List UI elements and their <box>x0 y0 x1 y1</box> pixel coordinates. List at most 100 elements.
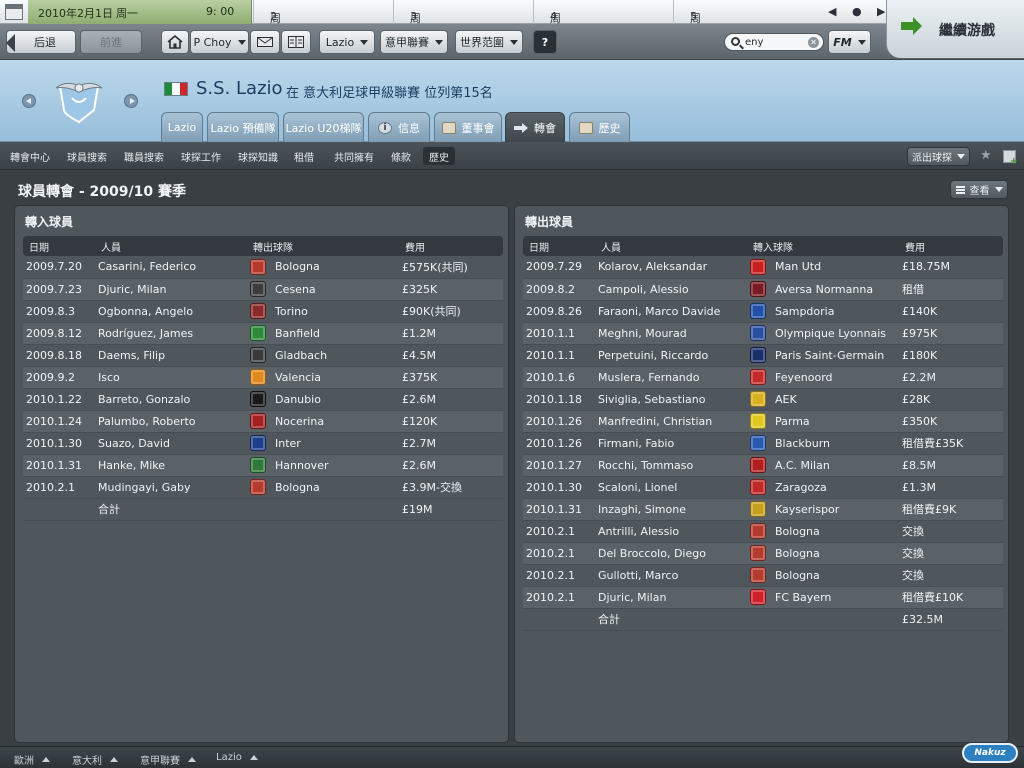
club-cell[interactable]: FC Bayern <box>747 586 899 609</box>
table-row[interactable]: 2009.8.26 Faraoni, Marco Davide Sampdoria £… <box>523 300 1003 323</box>
previous-club-icon[interactable] <box>22 94 36 108</box>
person-cell[interactable]: Inzaghi, Simone <box>595 498 747 521</box>
subnav-staff-search[interactable]: 職員搜索 <box>118 147 170 165</box>
club-cell[interactable]: Bologna <box>247 476 399 499</box>
person-cell[interactable]: Djuric, Milan <box>595 586 747 609</box>
subnav-player-search[interactable]: 球員搜索 <box>61 147 113 165</box>
table-row[interactable]: 2010.1.18 Siviglia, Sebastiano AEK £28K <box>523 388 1003 411</box>
column-header-person[interactable]: 人員 <box>595 236 747 256</box>
subnav-transfer-centre[interactable]: 轉會中心 <box>4 147 56 165</box>
table-row[interactable]: 2010.2.1 Djuric, Milan FC Bayern 租借費£10K <box>523 586 1003 609</box>
person-cell[interactable]: Faraoni, Marco Davide <box>595 300 747 323</box>
table-row[interactable]: 2009.7.29 Kolarov, Aleksandar Man Utd £18.7… <box>523 256 1003 279</box>
table-row[interactable]: 2009.9.2 Isco Valencia £375K <box>23 366 503 389</box>
table-row[interactable]: 2010.1.27 Rocchi, Tommaso A.C. Milan £8.5M <box>523 454 1003 477</box>
person-cell[interactable]: Gullotti, Marco <box>595 564 747 587</box>
club-cell[interactable]: Aversa Normanna <box>747 278 899 301</box>
club-cell[interactable]: Bologna <box>747 564 899 587</box>
person-cell[interactable]: Firmani, Fabio <box>595 432 747 455</box>
calendar-nav-controls[interactable]: ◀ ● ▶ <box>828 5 892 18</box>
person-cell[interactable]: Palumbo, Roberto <box>95 410 247 433</box>
person-cell[interactable]: Isco <box>95 366 247 389</box>
person-cell[interactable]: Casarini, Federico <box>95 256 247 279</box>
table-row[interactable]: 2009.8.3 Ogbonna, Angelo Torino £90K(共同) <box>23 300 503 323</box>
club-cell[interactable]: Cesena <box>247 278 399 301</box>
club-cell[interactable]: Danubio <box>247 388 399 411</box>
club-cell[interactable]: Bologna <box>247 256 399 279</box>
next-club-icon[interactable] <box>124 94 138 108</box>
table-row[interactable]: 2010.1.6 Muslera, Fernando Feyenoord £2.2M <box>523 366 1003 389</box>
table-row[interactable]: 2009.8.18 Daems, Filip Gladbach £4.5M <box>23 344 503 367</box>
person-cell[interactable]: Scaloni, Lionel <box>595 476 747 499</box>
club-cell[interactable]: Valencia <box>247 366 399 389</box>
fm-menu[interactable]: FM <box>828 30 871 54</box>
favourite-star-icon[interactable]: ★ <box>980 148 992 163</box>
search-box[interactable]: ✕ <box>724 33 824 51</box>
mail-button[interactable] <box>250 30 280 54</box>
table-row[interactable]: 2010.1.31 Inzaghi, Simone Kayserispor 租借費£9… <box>523 498 1003 521</box>
club-cell[interactable]: Parma <box>747 410 899 433</box>
notebook-button[interactable] <box>281 30 311 54</box>
person-cell[interactable]: Rocchi, Tommaso <box>595 454 747 477</box>
clear-search-icon[interactable]: ✕ <box>808 37 819 48</box>
person-cell[interactable]: Campoli, Alessio <box>595 278 747 301</box>
table-row[interactable]: 2009.8.2 Campoli, Alessio Aversa Normanna 租… <box>523 278 1003 301</box>
table-row[interactable]: 2010.1.30 Suazo, David Inter £2.7M <box>23 432 503 455</box>
club-cell[interactable]: AEK <box>747 388 899 411</box>
subnav-scouting[interactable]: 球探工作 <box>175 147 227 165</box>
table-row[interactable]: 2010.1.1 Perpetuini, Riccardo Paris Saint-… <box>523 344 1003 367</box>
tab-board[interactable]: 董事會 <box>434 112 502 142</box>
help-button[interactable]: ? <box>533 30 557 54</box>
person-cell[interactable]: Muslera, Fernando <box>595 366 747 389</box>
view-button[interactable]: 查看 <box>950 180 1008 199</box>
person-cell[interactable]: Suazo, David <box>95 432 247 455</box>
column-header-club[interactable]: 轉出球隊 <box>247 236 399 256</box>
club-cell[interactable]: Torino <box>247 300 399 323</box>
person-cell[interactable]: Barreto, Gonzalo <box>95 388 247 411</box>
person-cell[interactable]: Antrilli, Alessio <box>595 520 747 543</box>
club-cell[interactable]: A.C. Milan <box>747 454 899 477</box>
breadcrumb-serie-a[interactable]: 意甲聯賽 <box>140 752 196 767</box>
column-header-date[interactable]: 日期 <box>23 236 95 256</box>
calendar-day-3[interactable]: 3 周三 <box>393 0 533 41</box>
subnav-clauses[interactable]: 條款 <box>385 147 417 165</box>
league-menu[interactable]: 意甲聯賽 <box>380 30 448 54</box>
dispatch-scout-button[interactable]: 派出球探 <box>907 147 970 166</box>
club-cell[interactable]: Sampdoria <box>747 300 899 323</box>
person-cell[interactable]: Mudingayi, Gaby <box>95 476 247 499</box>
tab-history[interactable]: 歷史 <box>569 112 630 142</box>
tab-transfers[interactable]: 轉會 <box>505 112 565 142</box>
table-row[interactable]: 2009.7.20 Casarini, Federico Bologna £575K(… <box>23 256 503 279</box>
club-cell[interactable]: Inter <box>247 432 399 455</box>
tab-reserves[interactable]: Lazio 預備隊 <box>207 112 279 142</box>
table-row[interactable]: 2010.2.1 Mudingayi, Gaby Bologna £3.9M-交換 <box>23 476 503 499</box>
breadcrumb-lazio[interactable]: Lazio <box>216 752 258 763</box>
club-cell[interactable]: Blackburn <box>747 432 899 455</box>
table-row[interactable]: 2010.2.1 Antrilli, Alessio Bologna 交換 <box>523 520 1003 543</box>
table-row[interactable]: 2009.7.23 Djuric, Milan Cesena £325K <box>23 278 503 301</box>
table-row[interactable]: 2009.8.12 Rodríguez, James Banfield £1.2M <box>23 322 503 345</box>
person-cell[interactable]: Kolarov, Aleksandar <box>595 256 747 279</box>
breadcrumb-europe[interactable]: 歐洲 <box>14 752 50 767</box>
club-cell[interactable]: Hannover <box>247 454 399 477</box>
table-row[interactable]: 2010.1.26 Manfredini, Christian Parma £350K <box>523 410 1003 433</box>
continue-game-button[interactable]: 繼續游戲 <box>886 0 1024 58</box>
tab-lazio[interactable]: Lazio <box>161 112 203 142</box>
table-row[interactable]: 2010.1.1 Meghni, Mourad Olympique Lyonnais… <box>523 322 1003 345</box>
person-cell[interactable]: Del Broccolo, Diego <box>595 542 747 565</box>
person-cell[interactable]: Rodríguez, James <box>95 322 247 345</box>
tab-info[interactable]: i 信息 <box>368 112 430 142</box>
club-cell[interactable]: Zaragoza <box>747 476 899 499</box>
person-cell[interactable]: Meghni, Mourad <box>595 322 747 345</box>
calendar-day-4[interactable]: 4 周四 <box>533 0 673 41</box>
add-to-favourites-icon[interactable] <box>1003 150 1018 167</box>
person-cell[interactable]: Manfredini, Christian <box>595 410 747 433</box>
back-button[interactable]: 后退 <box>6 30 76 54</box>
club-cell[interactable]: Man Utd <box>747 256 899 279</box>
column-header-fee[interactable]: 費用 <box>899 236 1003 256</box>
table-row[interactable]: 2010.1.24 Palumbo, Roberto Nocerina £120K <box>23 410 503 433</box>
table-row[interactable]: 2010.1.31 Hanke, Mike Hannover £2.6M <box>23 454 503 477</box>
tab-u20[interactable]: Lazio U20梯隊 <box>283 112 364 142</box>
table-row[interactable]: 2010.2.1 Del Broccolo, Diego Bologna 交換 <box>523 542 1003 565</box>
club-cell[interactable]: Nocerina <box>247 410 399 433</box>
